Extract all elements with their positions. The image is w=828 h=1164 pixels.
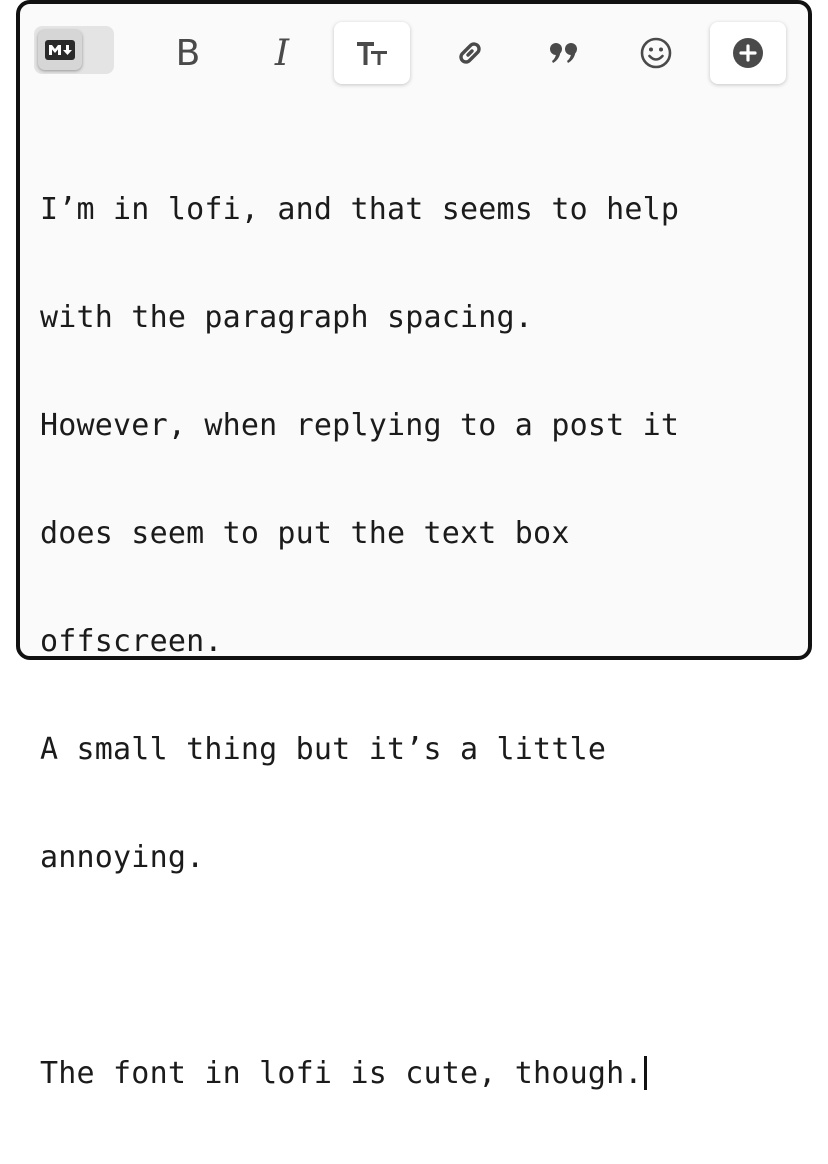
text-line: annoying. [40,840,205,875]
text-line: The font in lofi is cute, though. [40,1056,643,1091]
italic-icon: I [274,32,290,74]
italic-button[interactable]: I [244,22,320,84]
text-line: with the paragraph spacing. [40,300,534,335]
text-line: does seem to put the text box [40,516,570,551]
plus-circle-icon [733,38,763,68]
insert-button[interactable] [710,22,786,84]
emoji-button[interactable] [618,22,694,84]
composer-frame: B I I’m in lofi, and that seems to help … [16,0,812,1091]
text-line-last: The font in lofi is cute, though. [40,1056,788,1092]
reply-textarea[interactable]: I’m in lofi, and that seems to help with… [40,120,788,1164]
text-line: However, when replying to a post it [40,408,680,443]
text-line: A small thing but it’s a little [40,732,607,767]
text-size-icon [357,42,387,65]
text-cursor [643,1056,647,1090]
markdown-icon [45,40,75,60]
markdown-toggle[interactable] [34,26,114,74]
link-icon [459,42,481,64]
text-line [40,948,788,984]
bold-icon: B [175,32,201,74]
bold-button[interactable]: B [150,22,226,84]
text-line: offscreen. [40,624,223,659]
smiley-icon [640,37,672,69]
heading-button[interactable] [334,22,410,84]
link-button[interactable] [432,22,508,84]
text-line: I’m in lofi, and that seems to help [40,192,680,227]
quote-icon [550,43,577,63]
editor-toolbar: B I [20,4,808,88]
quote-button[interactable] [526,22,602,84]
markdown-toggle-knob[interactable] [38,30,82,70]
